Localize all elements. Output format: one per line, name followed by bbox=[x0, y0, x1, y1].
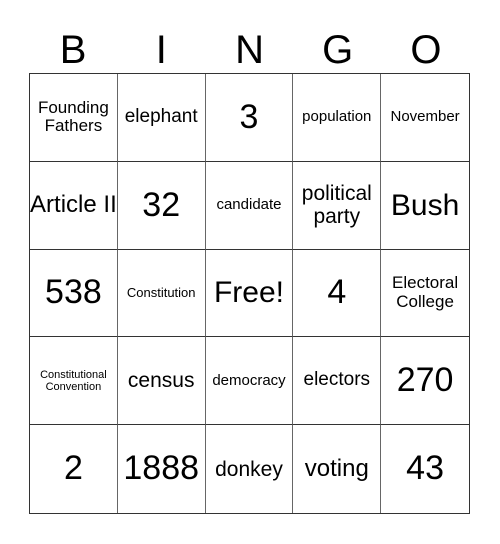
bingo-cell[interactable]: democracy bbox=[205, 337, 294, 426]
bingo-cell[interactable]: 270 bbox=[381, 337, 469, 426]
bingo-cell[interactable]: political party bbox=[293, 161, 382, 250]
bingo-cell[interactable]: electors bbox=[293, 337, 382, 426]
bingo-grid: Founding Fathers elephant 3 population N… bbox=[29, 73, 470, 514]
header-letter-o: O bbox=[410, 28, 442, 72]
bingo-cell[interactable]: 4 bbox=[293, 249, 382, 338]
bingo-cell[interactable]: 2 bbox=[30, 425, 118, 513]
bingo-cell[interactable]: November bbox=[381, 74, 469, 162]
header-letter-i: I bbox=[155, 28, 167, 72]
bingo-cell[interactable]: population bbox=[293, 74, 382, 162]
bingo-cell[interactable]: Constitution bbox=[117, 249, 206, 338]
bingo-cell[interactable]: 3 bbox=[205, 74, 294, 162]
bingo-cell[interactable]: Constitutional Convention bbox=[30, 337, 118, 426]
bingo-cell[interactable]: Article II bbox=[30, 161, 118, 250]
bingo-cell[interactable]: 1888 bbox=[118, 425, 206, 513]
bingo-cell[interactable]: 538 bbox=[30, 249, 118, 338]
header-letter-n: N bbox=[235, 28, 264, 72]
bingo-cell[interactable]: Bush bbox=[381, 162, 469, 250]
free-space-cell[interactable]: Free! bbox=[205, 249, 294, 338]
bingo-cell[interactable]: Electoral College bbox=[381, 250, 469, 338]
bingo-cell[interactable]: donkey bbox=[206, 425, 294, 513]
bingo-cell[interactable]: candidate bbox=[205, 161, 294, 250]
bingo-cell[interactable]: Founding Fathers bbox=[30, 74, 118, 162]
bingo-cell[interactable]: elephant bbox=[117, 74, 206, 162]
bingo-cell[interactable]: census bbox=[117, 337, 206, 426]
bingo-cell[interactable]: 43 bbox=[381, 425, 469, 513]
header-letter-b: B bbox=[59, 28, 87, 72]
bingo-header: B I N G O bbox=[29, 28, 470, 73]
header-letter-g: G bbox=[322, 28, 354, 72]
bingo-cell[interactable]: 32 bbox=[117, 161, 206, 250]
bingo-cell[interactable]: voting bbox=[293, 425, 382, 513]
